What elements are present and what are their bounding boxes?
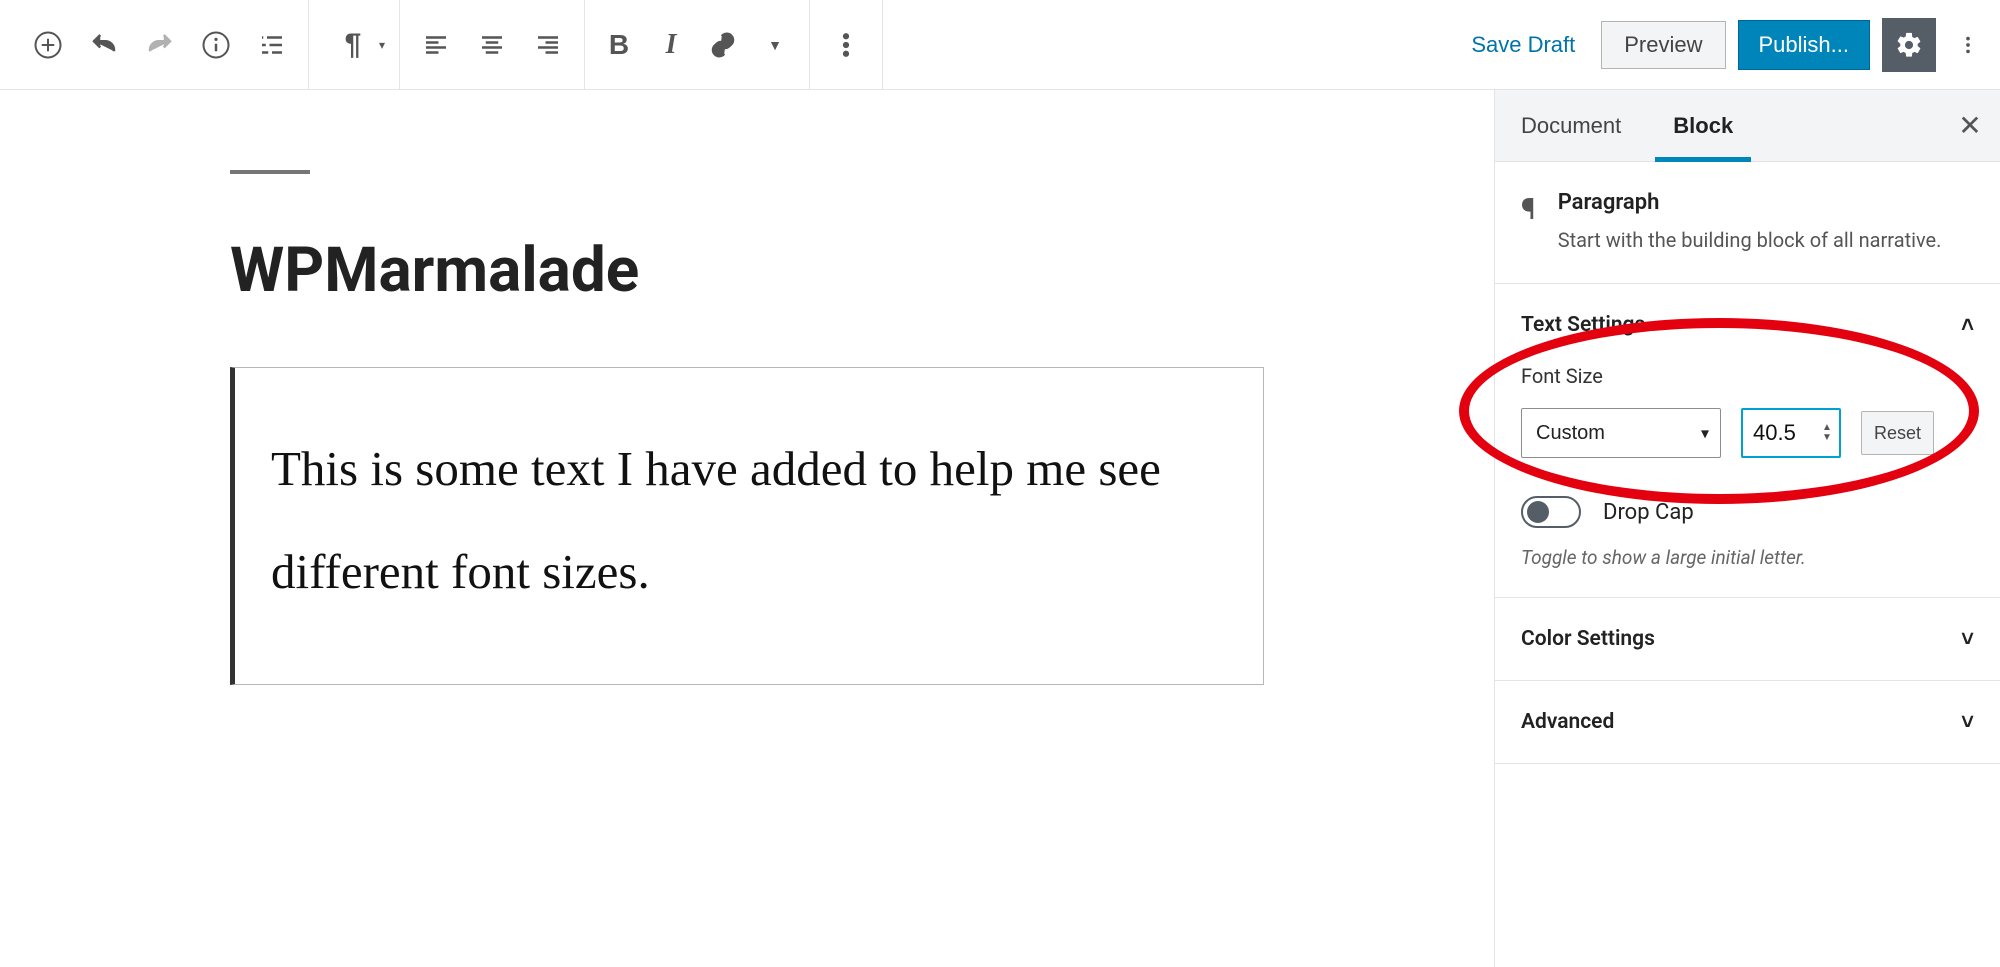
drop-cap-help: Toggle to show a large initial letter. [1521,546,1974,569]
more-format-button[interactable]: ▼ [749,17,801,73]
panel-color-settings: Color Settings ˅ [1495,598,2000,681]
close-sidebar-button[interactable]: ✕ [1940,96,2000,156]
paragraph-icon: ¶ [345,28,362,62]
info-icon [201,30,231,60]
align-center-icon [477,30,507,60]
align-left-button[interactable] [408,17,464,73]
gear-icon [1895,31,1923,59]
font-size-preset-select[interactable]: Custom [1521,408,1721,458]
close-icon: ✕ [1958,110,1981,141]
chevron-down-icon: ▾ [379,38,385,52]
outline-icon [257,30,287,60]
plus-circle-icon [33,30,63,60]
settings-button[interactable] [1882,18,1936,72]
toolbar-group-more [810,0,883,89]
italic-button[interactable]: I [645,17,697,73]
panel-toggle-advanced[interactable]: Advanced ˅ [1521,709,1974,735]
font-size-reset-button[interactable]: Reset [1861,411,1934,455]
chevron-down-icon: ▼ [768,37,782,53]
chevron-up-icon: ˄ [1961,312,1974,338]
link-button[interactable] [697,17,749,73]
kebab-icon [1957,34,1979,56]
align-right-icon [533,30,563,60]
drop-cap-toggle[interactable] [1521,496,1581,528]
kebab-icon [831,30,861,60]
save-draft-button[interactable]: Save Draft [1457,24,1589,66]
editor-canvas[interactable]: WPMarmalade This is some text I have add… [0,90,1494,967]
editor-toolbar: ¶ ▾ B I ▼ Save Draft Preview Publish... [0,0,2000,90]
chevron-down-icon: ˅ [1961,709,1974,735]
align-right-button[interactable] [520,17,576,73]
info-button[interactable] [188,17,244,73]
toggle-knob [1527,501,1549,523]
align-center-button[interactable] [464,17,520,73]
editor-more-button[interactable] [1948,18,1988,72]
paragraph-block[interactable]: This is some text I have added to help m… [230,367,1264,685]
panel-text-settings: Text Settings ˄ Font Size Custom ▲▼ Rese… [1495,284,2000,598]
align-left-icon [421,30,451,60]
publish-button[interactable]: Publish... [1738,20,1871,70]
paragraph-icon: ¶ [1521,192,1536,255]
toolbar-group-doc [12,0,309,89]
tab-document[interactable]: Document [1495,90,1647,161]
outline-button[interactable] [244,17,300,73]
link-icon [708,30,738,60]
redo-button[interactable] [132,17,188,73]
settings-sidebar: Document Block ✕ ¶ Paragraph Start with … [1494,90,2000,967]
preview-button[interactable]: Preview [1601,21,1725,69]
title-rule [230,170,310,174]
undo-icon [89,30,119,60]
post-title[interactable]: WPMarmalade [230,234,1264,307]
toolbar-right: Save Draft Preview Publish... [1457,18,1988,72]
panel-heading: Color Settings [1521,627,1655,651]
toolbar-group-block-type: ¶ ▾ [309,0,400,89]
sidebar-tabs: Document Block ✕ [1495,90,2000,162]
font-size-label: Font Size [1521,364,1974,388]
panel-advanced: Advanced ˅ [1495,681,2000,764]
toolbar-group-align [400,0,585,89]
tab-block[interactable]: Block [1647,90,1759,161]
number-stepper-icon[interactable]: ▲▼ [1818,412,1836,454]
undo-button[interactable] [76,17,132,73]
drop-cap-label: Drop Cap [1603,500,1694,525]
bold-button[interactable]: B [593,17,645,73]
panel-block-info: ¶ Paragraph Start with the building bloc… [1495,162,2000,284]
bold-icon: B [609,29,629,61]
toolbar-group-format: B I ▼ [585,0,810,89]
panel-toggle-text-settings[interactable]: Text Settings ˄ [1521,312,1974,338]
block-more-button[interactable] [818,17,874,73]
panel-heading: Text Settings [1521,313,1645,337]
font-size-custom-input[interactable] [1741,408,1841,458]
chevron-down-icon: ˅ [1961,626,1974,652]
redo-icon [145,30,175,60]
main-area: WPMarmalade This is some text I have add… [0,90,2000,967]
block-type-desc: Start with the building block of all nar… [1558,225,1942,255]
toolbar-left: ¶ ▾ B I ▼ [12,0,883,89]
italic-icon: I [666,29,677,61]
drop-cap-row: Drop Cap [1521,496,1974,528]
font-size-row: Custom ▲▼ Reset [1521,408,1974,458]
add-block-button[interactable] [20,17,76,73]
block-type-title: Paragraph [1558,190,1942,215]
panel-heading: Advanced [1521,710,1614,734]
panel-toggle-color-settings[interactable]: Color Settings ˅ [1521,626,1974,652]
